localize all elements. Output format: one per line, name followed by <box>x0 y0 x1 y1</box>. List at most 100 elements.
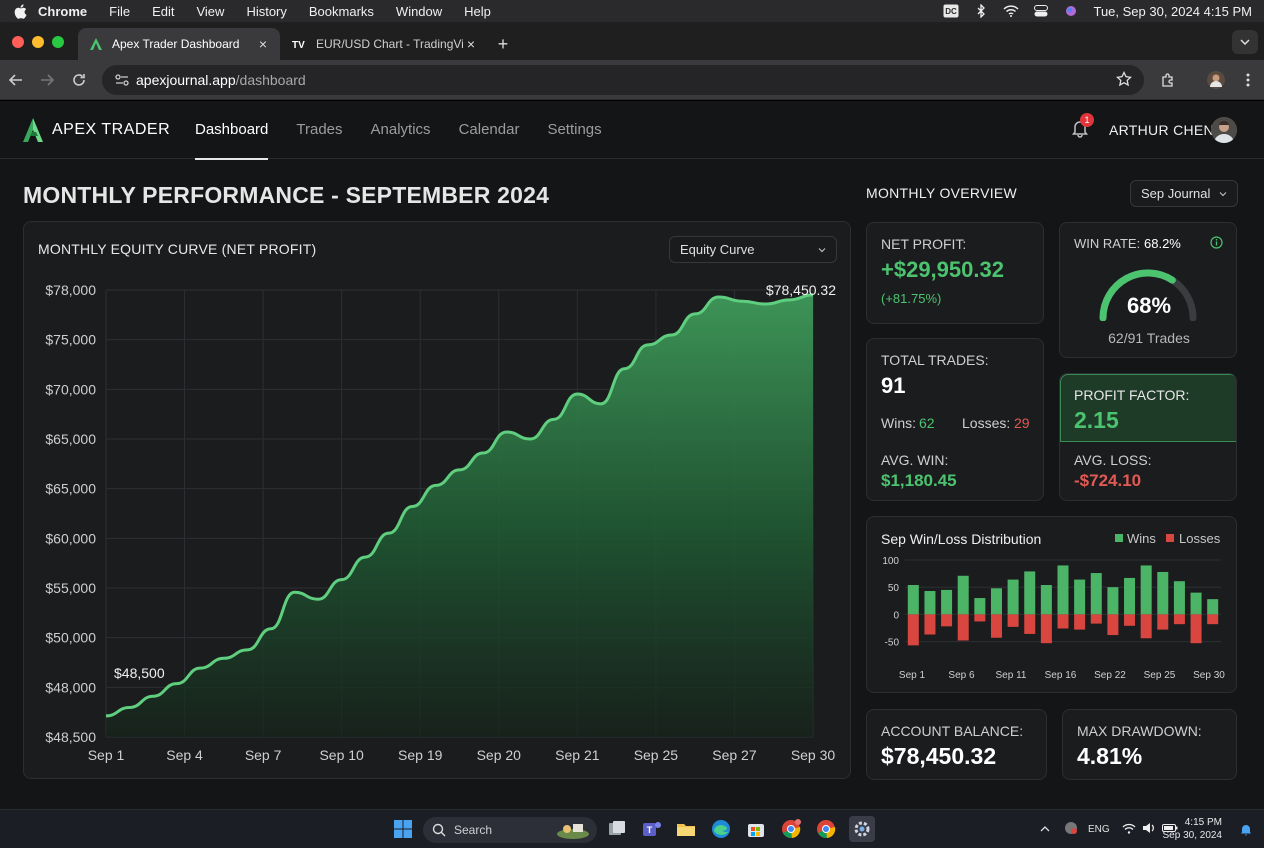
equity-curve-card: MONTHLY EQUITY CURVE (NET PROFIT) Equity… <box>23 221 851 779</box>
bluetooth-icon[interactable] <box>973 4 989 18</box>
equity-x-tick: Sep 25 <box>634 747 679 763</box>
chrome-taskbar-icon-2[interactable] <box>815 818 837 840</box>
reload-icon[interactable] <box>69 70 89 90</box>
loss-bar <box>1074 614 1086 630</box>
win-rate-trades: 62/91 Trades <box>1108 330 1190 346</box>
net-profit-value: +$29,950.32 <box>881 257 1004 282</box>
teams-icon[interactable]: T <box>640 818 662 840</box>
close-window-button[interactable] <box>12 36 24 48</box>
minimize-window-button[interactable] <box>32 36 44 48</box>
loss-bar <box>1107 614 1119 636</box>
nav-analytics[interactable]: Analytics <box>371 101 431 159</box>
edge-browser-icon[interactable] <box>710 818 732 840</box>
dc-status-icon[interactable]: DC <box>943 4 959 18</box>
forward-icon[interactable] <box>37 70 57 90</box>
avg-loss-value: -$724.10 <box>1074 471 1142 490</box>
extensions-icon[interactable] <box>1158 70 1178 90</box>
tab-apex-dashboard[interactable]: Apex Trader Dashboard × <box>78 28 280 60</box>
site-info-icon[interactable] <box>108 74 136 86</box>
menu-edit[interactable]: Edit <box>152 4 174 19</box>
task-view-icon[interactable] <box>606 818 628 840</box>
windows-taskbar: Search T ENG 4:15 PM Sep 30, 2024 <box>0 809 1264 848</box>
network-wifi-icon[interactable] <box>1122 823 1136 837</box>
win-bar <box>990 588 1002 615</box>
menu-bookmarks[interactable]: Bookmarks <box>309 4 374 19</box>
dist-y-tick: 0 <box>893 610 899 621</box>
win-bar <box>1173 581 1185 615</box>
legend-wins-label: Wins <box>1127 531 1156 546</box>
input-language[interactable]: ENG <box>1088 824 1110 835</box>
menu-app-name[interactable]: Chrome <box>38 4 87 19</box>
menu-history[interactable]: History <box>246 4 286 19</box>
tray-app-icon[interactable] <box>1064 821 1078 838</box>
chrome-menu-icon[interactable] <box>1238 70 1258 90</box>
new-tab-button[interactable]: + <box>494 34 512 55</box>
nav-trades[interactable]: Trades <box>296 101 342 159</box>
journal-select[interactable]: Sep Journal <box>1130 180 1238 207</box>
url-path: /dashboard <box>235 72 306 88</box>
apple-menu-icon[interactable] <box>12 3 28 19</box>
taskbar-clock[interactable]: 4:15 PM Sep 30, 2024 <box>1163 816 1223 842</box>
menu-help[interactable]: Help <box>464 4 491 19</box>
loss-bar <box>1140 614 1152 639</box>
dist-x-tick: Sep 11 <box>996 670 1027 681</box>
info-icon[interactable] <box>1210 236 1223 254</box>
tab-title: EUR/USD Chart - TradingView <box>316 37 464 51</box>
profile-avatar-icon[interactable] <box>1206 70 1226 90</box>
nav-settings[interactable]: Settings <box>547 101 601 159</box>
win-bar <box>1007 579 1019 615</box>
browser-tab-strip: Apex Trader Dashboard × TV EUR/USD Chart… <box>0 22 1264 60</box>
system-tray: ENG <box>1040 810 1178 848</box>
zoom-window-button[interactable] <box>52 36 64 48</box>
tab-close-icon[interactable]: × <box>256 36 270 52</box>
file-explorer-icon[interactable] <box>675 818 697 840</box>
control-center-icon[interactable] <box>1033 4 1049 18</box>
nav-dashboard[interactable]: Dashboard <box>195 101 269 160</box>
brand[interactable]: APEX TRADER <box>22 117 170 143</box>
legend-losses-swatch <box>1166 534 1174 542</box>
user-name[interactable]: ARTHUR CHEN <box>1109 122 1214 138</box>
bookmark-star-icon[interactable] <box>1115 70 1133 90</box>
loss-bar <box>924 614 936 635</box>
tab-search-button[interactable] <box>1232 30 1258 54</box>
user-avatar[interactable] <box>1211 117 1237 143</box>
url-host: apexjournal.app <box>136 72 236 88</box>
menubar-datetime[interactable]: Tue, Sep 30, 2024 4:15 PM <box>1093 4 1252 19</box>
nav-calendar[interactable]: Calendar <box>459 101 520 159</box>
legend-wins-swatch <box>1115 534 1123 542</box>
taskbar-search[interactable]: Search <box>423 817 597 843</box>
ms-store-icon[interactable] <box>745 818 767 840</box>
total-trades-label: TOTAL TRADES: <box>881 352 989 368</box>
equity-x-tick: Sep 7 <box>245 747 282 763</box>
wifi-icon[interactable] <box>1003 4 1020 18</box>
mac-menubar: Chrome File Edit View History Bookmarks … <box>0 0 1264 22</box>
tab-close-icon[interactable]: × <box>464 36 478 52</box>
tray-overflow-icon[interactable] <box>1040 824 1050 835</box>
win-bar <box>1124 577 1136 615</box>
menu-file[interactable]: File <box>109 4 130 19</box>
menu-view[interactable]: View <box>196 4 224 19</box>
tab-tradingview[interactable]: TV EUR/USD Chart - TradingView × <box>282 28 488 60</box>
address-bar[interactable]: apexjournal.app/dashboard <box>102 65 1144 95</box>
notification-center-icon[interactable] <box>1240 823 1252 841</box>
chrome-taskbar-icon[interactable] <box>780 818 802 840</box>
loss-bar <box>1124 614 1136 626</box>
win-bar <box>1107 587 1119 615</box>
siri-icon[interactable] <box>1063 4 1079 18</box>
volume-icon[interactable] <box>1142 822 1156 837</box>
equity-area <box>106 294 813 737</box>
menu-window[interactable]: Window <box>396 4 442 19</box>
windows-start-icon[interactable] <box>392 818 414 840</box>
back-icon[interactable] <box>6 70 26 90</box>
browser-toolbar: apexjournal.app/dashboard <box>0 60 1264 100</box>
equity-x-tick: Sep 21 <box>555 747 600 763</box>
win-rate-gauge-value: 68% <box>1126 293 1172 318</box>
total-trades-value: 91 <box>881 373 906 398</box>
window-controls <box>12 36 64 48</box>
loss-bar <box>1040 614 1052 644</box>
notification-badge: 1 <box>1080 113 1094 127</box>
legend-losses-label: Losses <box>1179 531 1221 546</box>
notifications-bell-icon[interactable]: 1 <box>1070 113 1094 140</box>
win-bar <box>1057 565 1069 615</box>
settings-gear-icon[interactable] <box>849 816 875 842</box>
